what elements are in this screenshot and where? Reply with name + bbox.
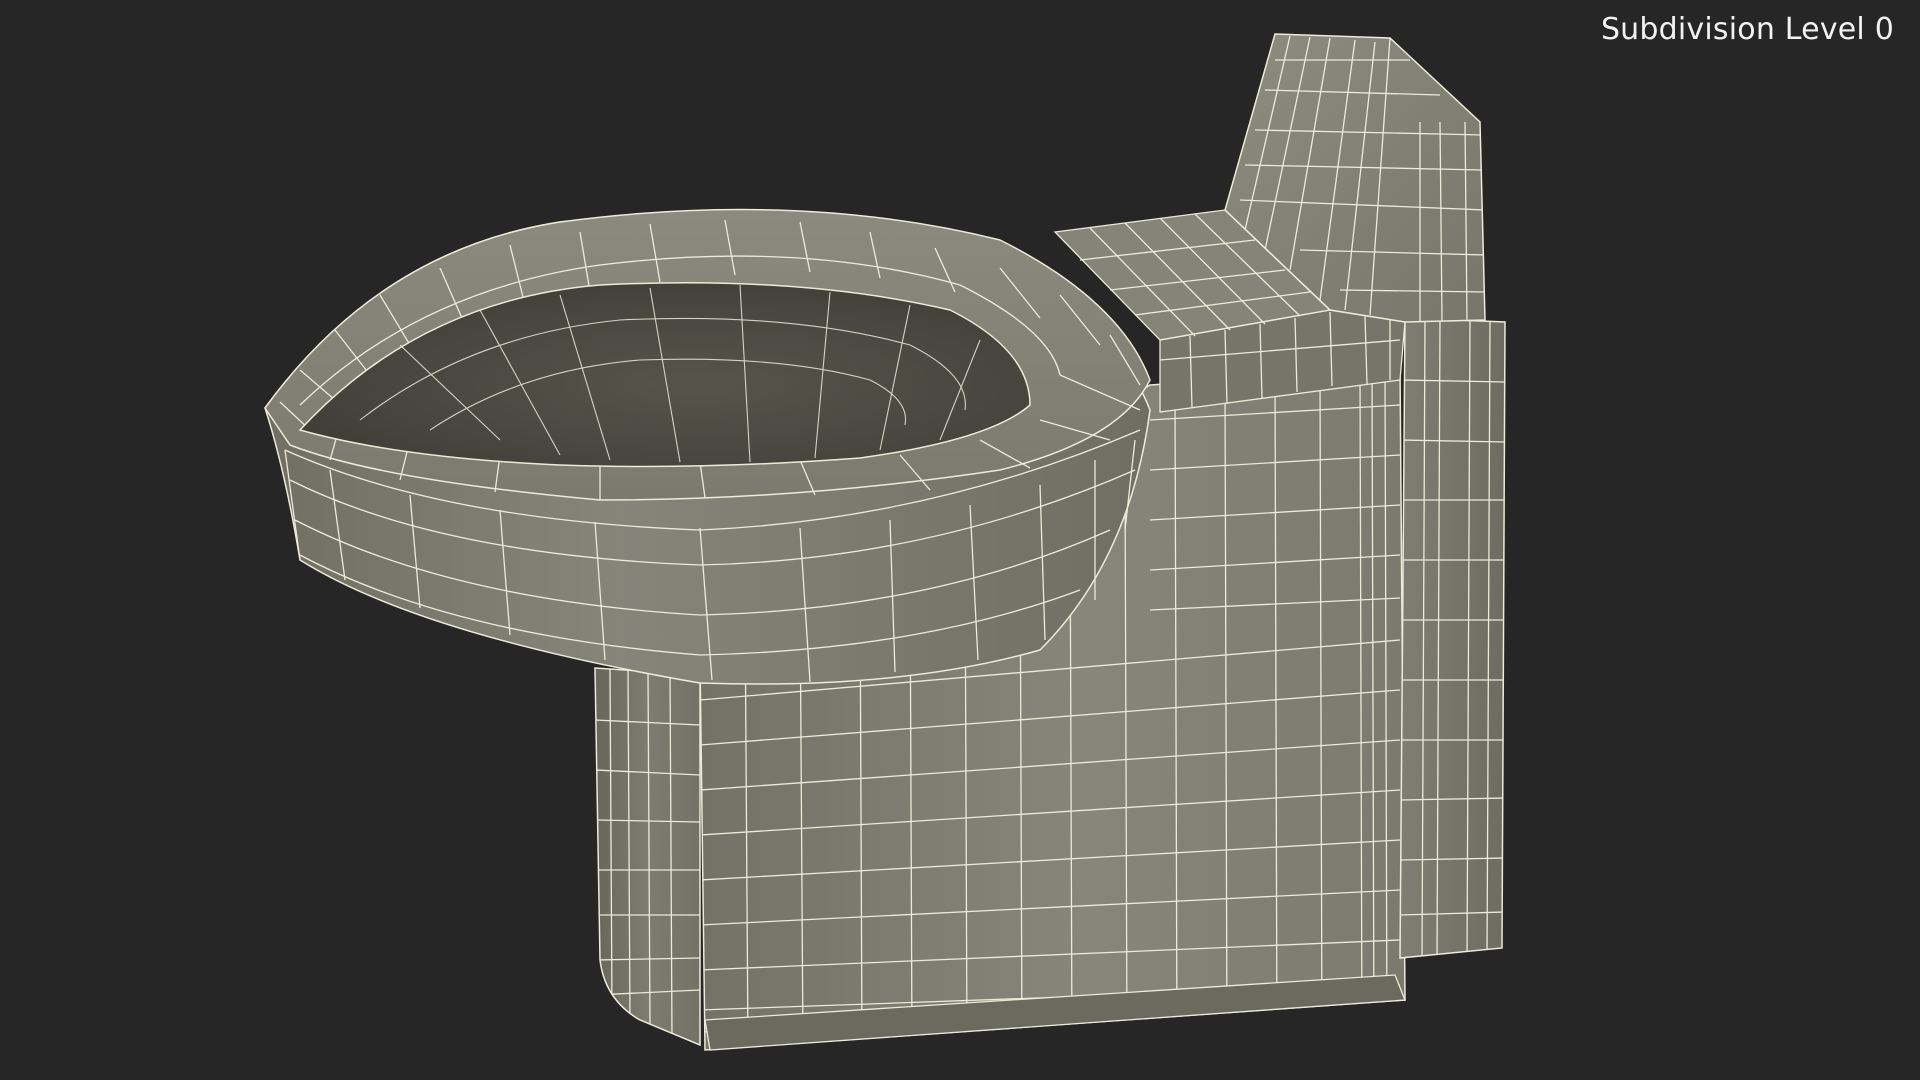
right-post xyxy=(1399,317,1506,959)
bowl-rim-top xyxy=(264,208,1151,501)
pedestal xyxy=(594,667,701,1047)
3d-viewport[interactable]: Subdivision Level 0 xyxy=(0,0,1920,1080)
toilet-model xyxy=(264,33,1506,1051)
